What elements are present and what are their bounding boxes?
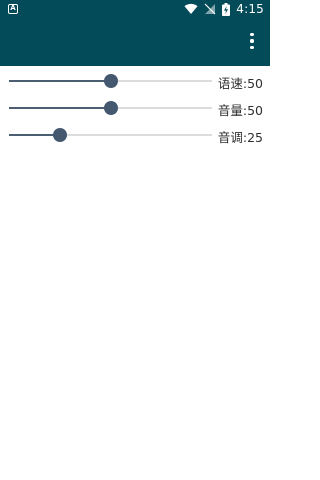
slider-label: 音调:25 bbox=[217, 130, 263, 145]
slider-row: 音量:50 bbox=[0, 95, 270, 121]
slider-label: 音量:50 bbox=[217, 103, 263, 118]
status-icons: 4:15 bbox=[184, 2, 264, 16]
status-bar: A 4:15 bbox=[0, 0, 270, 18]
slider-row: 音调:25 bbox=[0, 122, 270, 148]
notification-a-icon: A bbox=[8, 4, 18, 14]
slider-track[interactable] bbox=[9, 101, 212, 115]
slider-track[interactable] bbox=[9, 74, 212, 88]
battery-charging-icon bbox=[222, 2, 231, 16]
slider-thumb[interactable] bbox=[103, 101, 118, 115]
app-bar bbox=[0, 18, 270, 66]
slider-label: 语速:50 bbox=[217, 76, 263, 91]
slider-fill bbox=[9, 107, 111, 109]
slider-thumb[interactable] bbox=[103, 74, 118, 88]
clock: 4:15 bbox=[236, 2, 264, 16]
no-sim-icon bbox=[204, 3, 216, 15]
slider-fill bbox=[9, 80, 111, 82]
slider-track[interactable] bbox=[9, 128, 212, 142]
wifi-icon bbox=[184, 3, 198, 14]
slider-thumb[interactable] bbox=[52, 128, 67, 142]
slider-row: 语速:50 bbox=[0, 68, 270, 94]
overflow-menu-icon[interactable] bbox=[244, 33, 260, 49]
